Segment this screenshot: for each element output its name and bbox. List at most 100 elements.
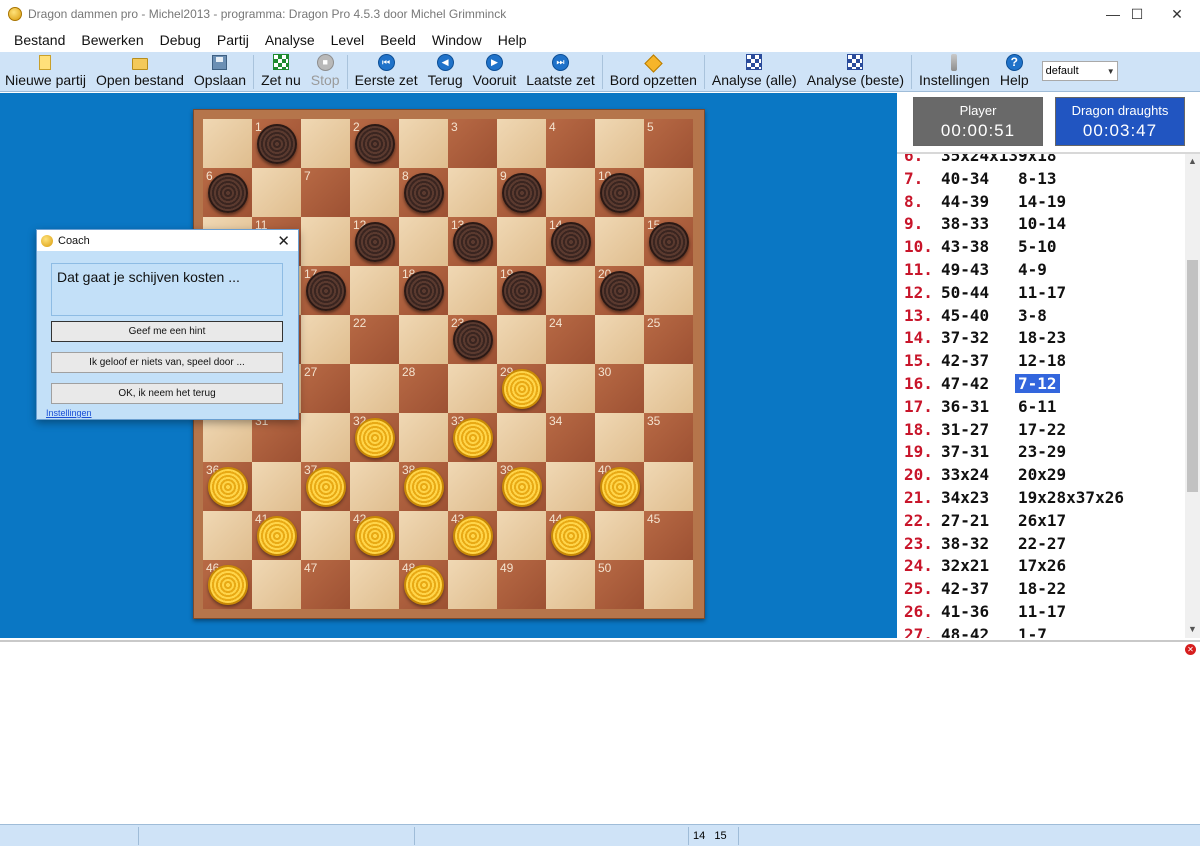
current-move-highlight[interactable]: 7-12 [1015, 374, 1060, 393]
white-move[interactable]: 32x21 [941, 556, 989, 575]
undo-button[interactable]: OK, ik neem het terug [51, 383, 283, 404]
white-move[interactable]: 33x24 [941, 465, 989, 484]
hint-button[interactable]: Geef me een hint [51, 321, 283, 342]
white-move[interactable]: 45-40 [941, 306, 989, 325]
close-window-button[interactable]: ✕ [1154, 0, 1200, 28]
white-piece[interactable] [551, 516, 591, 556]
black-move[interactable]: 19x28x37x26 [1018, 488, 1124, 507]
board-square[interactable]: 50 [595, 560, 644, 609]
black-piece[interactable] [453, 222, 493, 262]
white-piece[interactable] [208, 467, 248, 507]
profile-select[interactable]: default ▼ [1041, 61, 1118, 81]
board-square[interactable]: 34 [546, 413, 595, 462]
black-move[interactable]: 18-23 [1018, 328, 1066, 347]
white-move[interactable]: 37-31 [941, 442, 989, 461]
scroll-up-icon[interactable]: ▲ [1188, 156, 1197, 166]
board-square[interactable]: 49 [497, 560, 546, 609]
board-square[interactable]: 15 [644, 217, 693, 266]
stop-button[interactable]: ■ Stop [306, 52, 345, 92]
board-square[interactable]: 3 [448, 119, 497, 168]
black-piece[interactable] [502, 173, 542, 213]
board-square[interactable]: 42 [350, 511, 399, 560]
move-now-button[interactable]: Zet nu [256, 52, 306, 92]
white-move[interactable]: 40-34 [941, 169, 989, 188]
white-move[interactable]: 36-31 [941, 397, 989, 416]
board-square[interactable]: 29 [497, 364, 546, 413]
black-move[interactable]: 11-17 [1018, 283, 1066, 302]
menu-window[interactable]: Window [424, 28, 490, 52]
coach-close-button[interactable]: ✕ [277, 232, 290, 250]
white-piece[interactable] [306, 467, 346, 507]
black-piece[interactable] [306, 271, 346, 311]
white-piece[interactable] [208, 565, 248, 605]
move-row[interactable]: 15. 42-37 12-18 [904, 351, 1066, 373]
move-row[interactable]: 17. 36-31 6-11 [904, 397, 1057, 419]
black-move[interactable]: 8-13 [1018, 169, 1057, 188]
forward-button[interactable]: ▶ Vooruit [468, 52, 522, 92]
move-row[interactable]: 12. 50-44 11-17 [904, 283, 1066, 305]
menu-bewerken[interactable]: Bewerken [73, 28, 151, 52]
board-square[interactable]: 45 [644, 511, 693, 560]
board-square[interactable]: 25 [644, 315, 693, 364]
move-row[interactable]: 9. 38-33 10-14 [904, 214, 1066, 236]
board-square[interactable]: 24 [546, 315, 595, 364]
analyse-all-button[interactable]: Analyse (alle) [707, 52, 802, 92]
board-square[interactable]: 46 [203, 560, 252, 609]
coach-settings-link[interactable]: Instellingen [46, 408, 92, 418]
white-move[interactable]: 37-32 [941, 328, 989, 347]
settings-button[interactable]: Instellingen [914, 52, 995, 92]
move-row[interactable]: 13. 45-40 3-8 [904, 306, 1047, 328]
white-piece[interactable] [453, 418, 493, 458]
black-piece[interactable] [355, 124, 395, 164]
board-square[interactable]: 4 [546, 119, 595, 168]
scrollbar-thumb[interactable] [1187, 260, 1198, 492]
black-move[interactable]: 18-22 [1018, 579, 1066, 598]
move-row[interactable]: 7. 40-34 8-13 [904, 169, 1057, 191]
board-square[interactable]: 22 [350, 315, 399, 364]
move-row[interactable]: 25. 42-37 18-22 [904, 579, 1066, 601]
board-square[interactable]: 10 [595, 168, 644, 217]
move-row[interactable]: 21. 34x23 19x28x37x26 [904, 488, 1124, 510]
white-piece[interactable] [404, 467, 444, 507]
move-row[interactable]: 23. 38-32 22-27 [904, 534, 1066, 556]
open-file-button[interactable]: Open bestand [91, 52, 189, 92]
board-square[interactable]: 32 [350, 413, 399, 462]
board-square[interactable]: 17 [301, 266, 350, 315]
black-piece[interactable] [208, 173, 248, 213]
black-move[interactable]: 14-19 [1018, 192, 1066, 211]
black-move[interactable]: 5-10 [1018, 237, 1057, 256]
black-move[interactable]: 17x26 [1018, 556, 1066, 575]
board-square[interactable]: 2 [350, 119, 399, 168]
black-move[interactable]: 17-22 [1018, 420, 1066, 439]
black-move[interactable]: 20x29 [1018, 465, 1066, 484]
white-move[interactable]: 41-36 [941, 602, 989, 621]
board-square[interactable]: 6 [203, 168, 252, 217]
black-piece[interactable] [404, 271, 444, 311]
menu-level[interactable]: Level [323, 28, 372, 52]
board-square[interactable]: 30 [595, 364, 644, 413]
move-row[interactable]: 22. 27-21 26x17 [904, 511, 1066, 533]
first-move-button[interactable]: ⏮ Eerste zet [350, 52, 423, 92]
white-move[interactable]: 50-44 [941, 283, 989, 302]
white-move[interactable]: 34x23 [941, 488, 989, 507]
move-row[interactable]: 6. 35x24x13 9x18 [904, 154, 1057, 168]
white-move[interactable]: 48-42 [941, 625, 989, 638]
move-row[interactable]: 20. 33x24 20x29 [904, 465, 1066, 487]
back-button[interactable]: ◀ Terug [423, 52, 468, 92]
black-piece[interactable] [551, 222, 591, 262]
black-move[interactable]: 26x17 [1018, 511, 1066, 530]
new-game-button[interactable]: Nieuwe partij [0, 52, 91, 92]
save-button[interactable]: Opslaan [189, 52, 251, 92]
board-square[interactable]: 43 [448, 511, 497, 560]
board-square[interactable]: 36 [203, 462, 252, 511]
white-piece[interactable] [600, 467, 640, 507]
board-square[interactable]: 44 [546, 511, 595, 560]
board-square[interactable]: 14 [546, 217, 595, 266]
board-square[interactable]: 31 [252, 413, 301, 462]
close-panel-icon[interactable]: ✕ [1185, 644, 1196, 655]
board-square[interactable]: 47 [301, 560, 350, 609]
scroll-down-icon[interactable]: ▼ [1188, 624, 1197, 634]
board-square[interactable]: 12 [350, 217, 399, 266]
white-piece[interactable] [257, 516, 297, 556]
white-move[interactable]: 38-33 [941, 214, 989, 233]
